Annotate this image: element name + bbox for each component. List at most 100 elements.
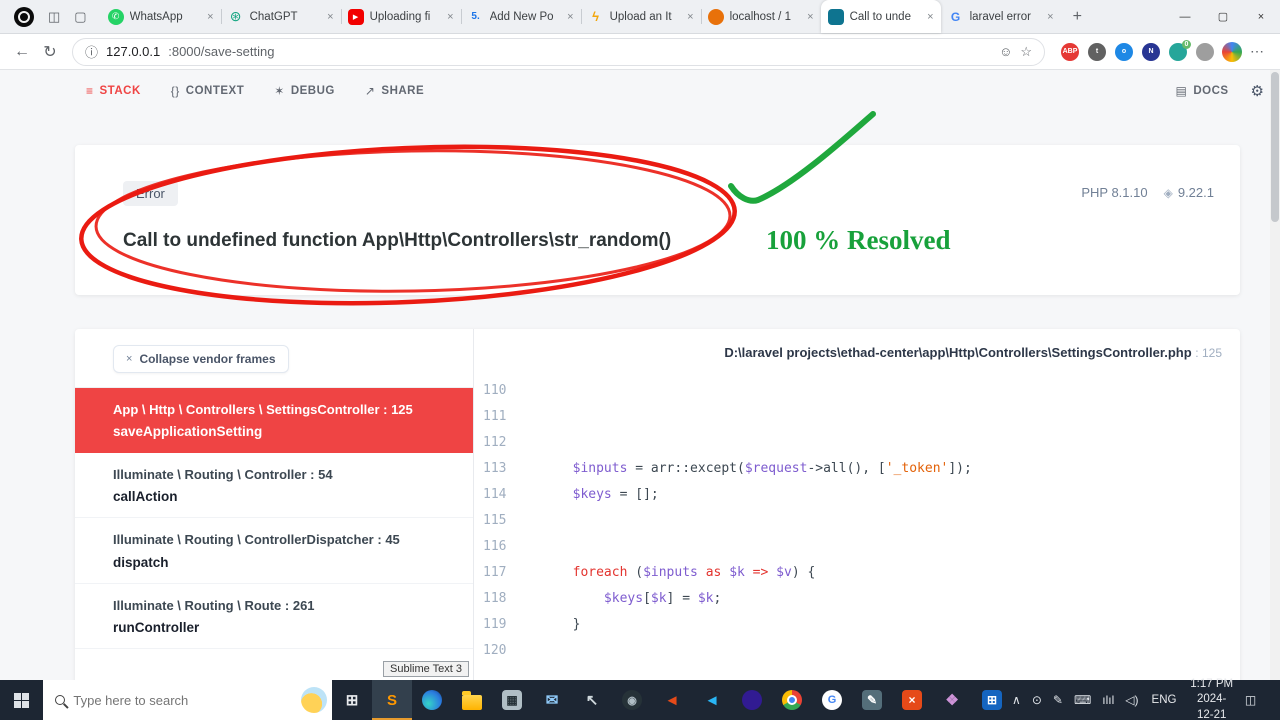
store-app-icon[interactable]: ⊞ xyxy=(972,680,1012,720)
extensions-area: ABP t o N 0 xyxy=(1053,39,1222,61)
code-editor-orange-icon[interactable]: ◄ xyxy=(652,680,692,720)
file-explorer-icon[interactable] xyxy=(452,680,492,720)
docs-label: DOCS xyxy=(1193,85,1229,97)
docs-link[interactable]: ▤ DOCS xyxy=(1175,84,1228,98)
google-search-app-icon[interactable]: G xyxy=(812,680,852,720)
context-icon: {} xyxy=(170,84,180,98)
code-file-path[interactable]: D:\laravel projects\ethad-center\app\Htt… xyxy=(474,329,1240,372)
file-line-number: 125 xyxy=(1201,346,1222,360)
scrollbar-thumb[interactable] xyxy=(1271,72,1279,222)
grid-app-icon[interactable]: ▦ xyxy=(492,680,532,720)
stack-frame[interactable]: Illuminate \ Routing \ Controller : 54 c… xyxy=(75,453,473,519)
windows-taskbar: ⊞S▦✉↖◉◄◄G✎×❖⊞ ∧⊙✎⌨ılıl◁) ENG 1:17 PM 202… xyxy=(0,677,1280,720)
stack-frame[interactable]: Illuminate \ Routing \ ControllerDispatc… xyxy=(75,518,473,584)
steam-icon[interactable]: ◉ xyxy=(612,680,652,720)
tab-error-page-active[interactable]: Call to unde × xyxy=(820,0,941,33)
close-window-button[interactable]: × xyxy=(1242,0,1280,33)
browser-logo-icon[interactable] xyxy=(14,6,34,27)
window-controls: — ▢ × xyxy=(1166,0,1280,33)
bookmark-star-icon[interactable]: ☆ xyxy=(1020,44,1032,60)
pen-tray-icon[interactable]: ✎ xyxy=(1053,693,1063,707)
clock-date: 2024-12-21 xyxy=(1196,693,1227,720)
browser-menu-icon[interactable]: ⋯ xyxy=(1242,43,1272,60)
stack-frame-active[interactable]: App \ Http \ Controllers \ SettingsContr… xyxy=(75,388,473,454)
extension-misc-icon[interactable] xyxy=(1196,42,1214,61)
reload-button[interactable]: ↻ xyxy=(36,42,64,62)
tab-close-icon[interactable]: × xyxy=(687,11,693,23)
taskbar-search[interactable] xyxy=(43,680,333,720)
tab-chatgpt[interactable]: ⊛ ChatGPT × xyxy=(220,0,341,33)
hidden-icons-chevron[interactable]: ∧ xyxy=(1012,693,1021,707)
volume-tray-icon[interactable]: ◁) xyxy=(1125,693,1138,707)
network-tray-icon[interactable]: ılıl xyxy=(1102,693,1114,707)
contact-tray-icon[interactable]: ⊙ xyxy=(1032,693,1042,707)
weather-icon[interactable] xyxy=(301,687,328,713)
settings-gear-icon[interactable]: ⚙ xyxy=(1251,82,1264,100)
back-button[interactable]: ← xyxy=(8,43,36,61)
extension-blue-icon[interactable]: o xyxy=(1115,42,1133,61)
system-tray: ∧ ⊙ ✎ ⌨ ılıl ◁) ENG 1:17 PM 2024-12-21 ◫ xyxy=(1012,677,1280,720)
nav-tab-debug[interactable]: ✶ DEBUG xyxy=(274,84,335,98)
taskbar-clock[interactable]: 1:17 PM 2024-12-21 xyxy=(1189,677,1233,720)
stack-trace-card: × Collapse vendor frames App \ Http \ Co… xyxy=(75,329,1240,680)
frame-line: 261 xyxy=(292,597,315,613)
whatsapp-icon: ✆ xyxy=(107,8,124,25)
collapse-vendor-frames-button[interactable]: × Collapse vendor frames xyxy=(113,345,289,373)
new-tab-button[interactable]: + xyxy=(1061,8,1094,26)
tab-google-search[interactable]: G laravel error × xyxy=(941,0,1061,33)
tab-close-icon[interactable]: × xyxy=(207,11,213,23)
tab-close-icon[interactable]: × xyxy=(1047,11,1053,23)
emoji-icon[interactable]: ☺ xyxy=(999,44,1012,59)
code-line: 115 xyxy=(483,513,507,528)
mail-icon[interactable]: ✉ xyxy=(532,680,572,720)
maximize-button[interactable]: ▢ xyxy=(1204,0,1242,33)
nav-tab-stack[interactable]: ≡ STACK xyxy=(86,84,141,98)
nav-tab-context[interactable]: {} CONTEXT xyxy=(171,84,244,98)
tab-localhost[interactable]: localhost / 1 × xyxy=(700,0,821,33)
windows-logo-icon xyxy=(14,692,30,708)
extension-badge: 0 xyxy=(1182,39,1191,49)
task-view-icon[interactable]: ⊞ xyxy=(332,680,372,720)
laravel-icon: ◈ xyxy=(1163,185,1173,200)
collapse-label: Collapse vendor frames xyxy=(139,352,276,366)
eclipse-icon[interactable] xyxy=(732,680,772,720)
keyboard-tray-icon[interactable]: ⌨ xyxy=(1074,693,1091,707)
language-indicator[interactable]: ENG xyxy=(1150,694,1179,706)
tab-close-icon[interactable]: × xyxy=(327,11,333,23)
sublime-text-icon[interactable]: S xyxy=(372,680,413,720)
site-info-icon[interactable]: ⓘ xyxy=(85,42,98,61)
orange-x-app-icon[interactable]: × xyxy=(892,680,932,720)
minimize-button[interactable]: — xyxy=(1166,0,1204,33)
nav-tab-share[interactable]: ↗ SHARE xyxy=(365,84,424,98)
adguard-icon[interactable]: 0 xyxy=(1169,39,1191,61)
cursor-app-icon[interactable]: ↖ xyxy=(572,680,612,720)
pen-app-icon[interactable]: ✎ xyxy=(852,680,892,720)
tab-close-icon[interactable]: × xyxy=(447,11,453,23)
tab-add-new-post[interactable]: 5. Add New Po × xyxy=(460,0,581,33)
photos-app-icon[interactable]: ❖ xyxy=(932,680,972,720)
tab-upload-item[interactable]: ϟ Upload an It × xyxy=(580,0,701,33)
tab-whatsapp[interactable]: ✆ WhatsApp × xyxy=(101,0,221,33)
vscode-icon[interactable]: ◄ xyxy=(692,680,732,720)
search-input[interactable] xyxy=(73,692,302,708)
extension-navy-icon[interactable]: N xyxy=(1142,42,1160,61)
workspace-icon[interactable]: ▢ xyxy=(74,9,86,25)
action-center-icon[interactable]: ◫ xyxy=(1245,693,1256,707)
chrome-icon[interactable] xyxy=(772,680,812,720)
adblock-plus-icon[interactable]: ABP xyxy=(1061,42,1079,61)
code-line: 116 xyxy=(483,539,507,554)
extension-gray-icon[interactable]: t xyxy=(1088,42,1106,61)
stack-frame[interactable]: Illuminate \ Routing \ Route : 261 runCo… xyxy=(75,584,473,649)
tab-close-icon[interactable]: × xyxy=(807,11,813,23)
edge-icon[interactable] xyxy=(412,680,452,720)
stack-frames-column: × Collapse vendor frames App \ Http \ Co… xyxy=(75,329,474,680)
profile-avatar[interactable] xyxy=(1222,41,1242,62)
tab-close-icon[interactable]: × xyxy=(927,11,933,23)
laravel-version: 9.22.1 xyxy=(1177,185,1214,200)
address-bar[interactable]: ⓘ 127.0.0.1 :8000/save-setting ☺ ☆ xyxy=(72,37,1045,66)
tab-search-icon[interactable]: ◫ xyxy=(48,9,60,25)
tab-close-icon[interactable]: × xyxy=(567,11,573,23)
tab-youtube-upload[interactable]: ▶ Uploading fi × xyxy=(340,0,461,33)
start-button[interactable] xyxy=(0,680,43,720)
page-scrollbar[interactable] xyxy=(1270,70,1280,680)
